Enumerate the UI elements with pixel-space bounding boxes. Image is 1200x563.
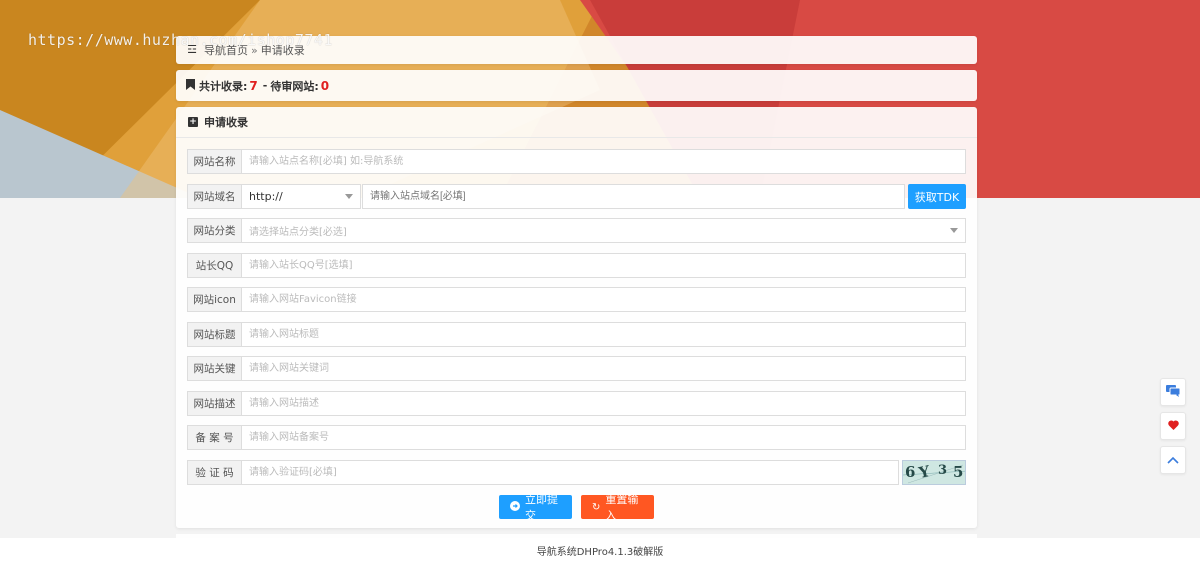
plus-square-icon: +: [188, 117, 198, 127]
side-toolbar: [1160, 378, 1186, 474]
back-to-top-button[interactable]: [1160, 446, 1186, 474]
captcha-char: 6: [905, 463, 916, 481]
site-keywords-input[interactable]: [242, 356, 966, 381]
form-header: + 申请收录: [176, 107, 977, 138]
captcha-image[interactable]: 6 Y 3 5: [902, 460, 966, 485]
form-actions: 立即提交 ↻ 重置输入: [176, 493, 977, 522]
row-icp-number: 备 案 号: [187, 425, 966, 450]
icp-number-label: 备 案 号: [187, 425, 242, 450]
row-site-icon: 网站icon: [187, 287, 966, 312]
total-count: 7: [249, 78, 258, 93]
site-keywords-label: 网站关键: [187, 356, 242, 381]
favorite-button[interactable]: [1160, 412, 1186, 440]
site-name-input[interactable]: [242, 149, 966, 174]
fetch-tdk-button[interactable]: 获取TDK: [908, 184, 966, 209]
row-site-description: 网站描述: [187, 391, 966, 416]
row-site-keywords: 网站关键: [187, 356, 966, 381]
chevron-down-icon: [345, 194, 353, 199]
category-placeholder: 请选择站点分类[必选]: [249, 227, 347, 238]
row-site-name: 网站名称: [187, 149, 966, 174]
row-site-category: 网站分类 请选择站点分类[必选]: [187, 218, 966, 243]
captcha-char: 5: [953, 463, 964, 481]
icp-number-input[interactable]: [242, 425, 966, 450]
row-site-title: 网站标题: [187, 322, 966, 347]
captcha-input[interactable]: [242, 460, 899, 485]
chat-button[interactable]: [1160, 378, 1186, 406]
submit-site-form: + 申请收录 网站名称 网站域名 http:// 获取TDK 网站分类 请选择站…: [176, 107, 977, 528]
stats-bar: 共计收录: 7 - 待审网站: 0: [176, 70, 977, 101]
row-site-domain: 网站域名 http:// 获取TDK: [187, 184, 966, 209]
captcha-label: 验 证 码: [187, 460, 242, 485]
owner-qq-label: 站长QQ: [187, 253, 242, 278]
site-name-label: 网站名称: [187, 149, 242, 174]
stats-dash: -: [262, 79, 268, 92]
protocol-value: http://: [249, 190, 283, 203]
row-captcha: 验 证 码 6 Y 3 5: [187, 460, 966, 485]
arrow-circle-icon: [510, 500, 520, 514]
form-title: 申请收录: [204, 116, 248, 129]
reset-label: 重置输入: [605, 493, 639, 522]
footer-text: 导航系统DHPro4.1.3破解版: [536, 547, 664, 558]
site-description-input[interactable]: [242, 391, 966, 416]
site-category-label: 网站分类: [187, 218, 242, 243]
captcha-char: 3: [938, 463, 948, 478]
submit-button[interactable]: 立即提交: [499, 493, 572, 522]
site-domain-input[interactable]: [362, 184, 905, 209]
total-label: 共计收录:: [199, 79, 248, 93]
site-domain-label: 网站域名: [187, 184, 242, 209]
refresh-icon: ↻: [592, 501, 601, 513]
chevron-up-icon: [1167, 453, 1179, 467]
pending-label: 待审网站:: [270, 79, 319, 93]
bookmark-icon: [186, 78, 195, 93]
watermark-text: https://www.huzhan.com/ishop7741: [28, 31, 333, 49]
site-icon-label: 网站icon: [187, 287, 242, 312]
reset-button[interactable]: ↻ 重置输入: [581, 493, 654, 522]
category-select[interactable]: 请选择站点分类[必选]: [242, 218, 966, 243]
owner-qq-input[interactable]: [242, 253, 966, 278]
row-owner-qq: 站长QQ: [187, 253, 966, 278]
footer: 导航系统DHPro4.1.3破解版: [0, 538, 1200, 563]
pending-count: 0: [320, 78, 330, 93]
heart-icon: [1167, 419, 1179, 433]
site-title-label: 网站标题: [187, 322, 242, 347]
site-title-input[interactable]: [242, 322, 966, 347]
submit-label: 立即提交: [525, 493, 558, 522]
site-description-label: 网站描述: [187, 391, 242, 416]
chevron-down-icon: [950, 228, 958, 233]
protocol-select[interactable]: http://: [242, 184, 361, 209]
site-icon-input[interactable]: [242, 287, 966, 312]
chat-icon: [1166, 384, 1181, 400]
